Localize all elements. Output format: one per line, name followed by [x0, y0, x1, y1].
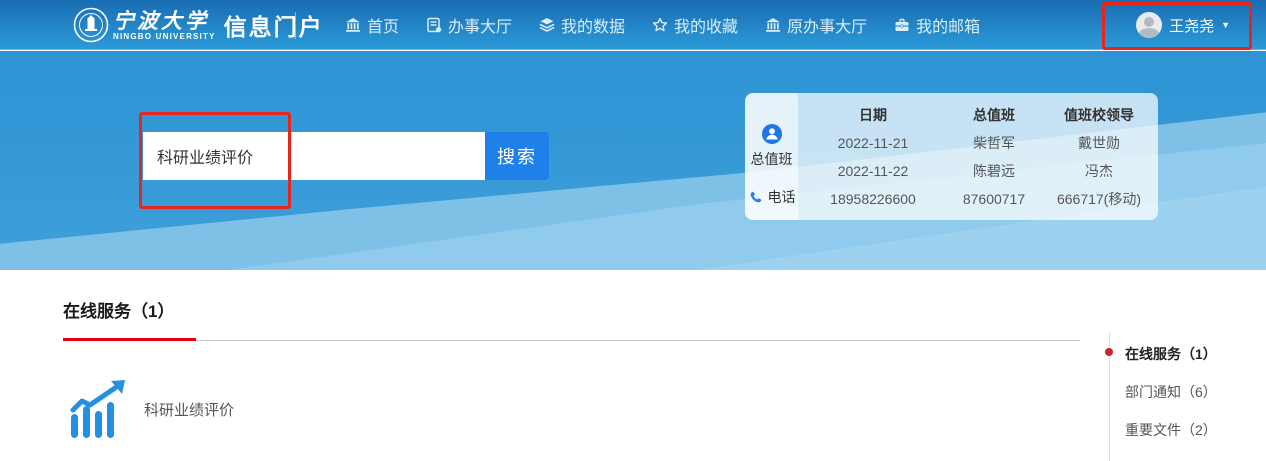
nav-item-home[interactable]: 首页 [345, 13, 399, 37]
nav-item-old-service-hall[interactable]: 原办事大厅 [765, 13, 867, 37]
duty-table: 日期 总值班 值班校领导 2022-11-21 柴哲军 戴世勋 2022-11-… [798, 93, 1158, 220]
user-name: 王尧尧 [1169, 15, 1214, 36]
layers-icon [539, 17, 555, 33]
duty-col-header: 总值班 [973, 105, 1015, 125]
star-icon [652, 17, 668, 33]
hero-banner: 搜索 总值班 电话 日期 总值班 值班校领导 [0, 51, 1266, 270]
university-name-cn: 宁波大学 [113, 10, 216, 32]
section-title-online-services: 在线服务（1） [63, 297, 174, 322]
search-button[interactable]: 搜索 [485, 132, 549, 180]
phone-icon [748, 190, 763, 205]
duty-schedule-card: 总值班 电话 日期 总值班 值班校领导 2022-11-21 柴哲军 戴世勋 2… [745, 93, 1158, 220]
main-nav: 首页 办事大厅 我的数据 我的收藏 [345, 0, 980, 50]
person-circle-icon [761, 123, 783, 145]
duty-card-left-column: 总值班 电话 [745, 93, 798, 220]
university-seal-icon [73, 7, 109, 43]
duty-cell-person: 陈碧远 [973, 161, 1015, 181]
logo-divider [295, 12, 296, 39]
user-avatar [1136, 12, 1162, 38]
nav-label: 办事大厅 [448, 13, 512, 37]
search-results-section: 在线服务（1） 科研业绩评价 在线服务（1） 部门通知（6） 重要文件（2） [0, 270, 1266, 461]
nav-item-my-data[interactable]: 我的数据 [539, 13, 625, 37]
duty-cell-date: 2022-11-22 [838, 163, 909, 179]
duty-cell-leader: 冯杰 [1085, 161, 1113, 181]
user-menu[interactable]: 王尧尧 ▼ [1136, 0, 1230, 50]
nav-item-mailbox[interactable]: 我的邮箱 [894, 13, 980, 37]
duty-phone-number: 18958226600 [830, 191, 916, 207]
nav-item-service-hall[interactable]: 办事大厅 [426, 13, 512, 37]
search-bar: 搜索 [143, 132, 549, 180]
duty-phone-label: 电话 [768, 187, 796, 207]
nav-label: 我的邮箱 [916, 13, 980, 37]
nav-label: 我的收藏 [674, 13, 738, 37]
bank-icon [765, 17, 781, 33]
nav-label: 我的数据 [561, 13, 625, 37]
duty-col-header: 日期 [859, 105, 887, 125]
university-name-en: NINGBO UNIVERSITY [113, 32, 216, 41]
service-result-item[interactable]: 科研业绩评价 [70, 380, 234, 438]
nav-label: 原办事大厅 [787, 13, 867, 37]
portal-title: 信息门户 [224, 8, 324, 42]
nav-label: 首页 [367, 13, 399, 37]
sidebar-item-important-documents[interactable]: 重要文件（2） [1125, 420, 1217, 440]
sidebar-item-department-notices[interactable]: 部门通知（6） [1125, 382, 1217, 402]
search-input[interactable] [143, 132, 485, 180]
duty-col-header: 值班校领导 [1064, 105, 1134, 125]
section-divider [63, 340, 1080, 341]
duty-role-label: 总值班 [751, 149, 793, 169]
duty-phone-number: 87600717 [963, 191, 1025, 207]
duty-cell-date: 2022-11-21 [838, 135, 909, 151]
chevron-down-icon: ▼ [1221, 20, 1230, 30]
portal-page: 宁波大学 NINGBO UNIVERSITY 信息门户 首页 办事大厅 [0, 0, 1266, 461]
bank-icon [345, 17, 361, 33]
duty-cell-person: 柴哲军 [973, 133, 1015, 153]
top-navbar: 宁波大学 NINGBO UNIVERSITY 信息门户 首页 办事大厅 [0, 0, 1266, 50]
sidebar-item-online-services[interactable]: 在线服务（1） [1125, 344, 1217, 364]
sidebar-active-dot-icon [1105, 348, 1113, 356]
chart-icon [70, 380, 126, 438]
service-hall-icon [426, 17, 442, 33]
nav-item-favorites[interactable]: 我的收藏 [652, 13, 738, 37]
briefcase-icon [894, 17, 910, 33]
section-divider-accent [63, 338, 196, 341]
duty-cell-leader: 戴世勋 [1078, 133, 1120, 153]
service-result-label: 科研业绩评价 [144, 399, 234, 420]
university-logo[interactable]: 宁波大学 NINGBO UNIVERSITY 信息门户 [73, 7, 324, 43]
duty-phone-number: 666717(移动) [1057, 189, 1141, 209]
